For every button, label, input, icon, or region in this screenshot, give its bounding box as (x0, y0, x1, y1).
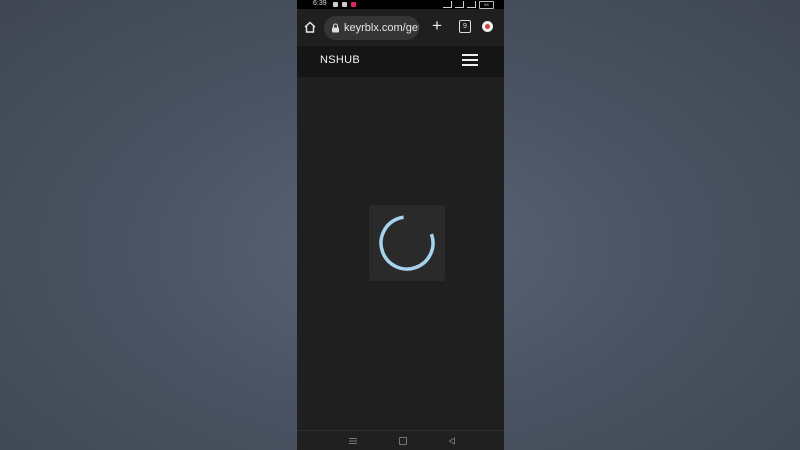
nav-home-icon[interactable] (399, 437, 407, 445)
status-bar: 6:39 69 (297, 0, 504, 9)
wifi-icon (443, 1, 452, 8)
address-bar[interactable]: keyrblx.com/getk (324, 16, 419, 40)
new-tab-icon[interactable]: + (430, 17, 444, 34)
signal-icon-2 (467, 1, 476, 8)
loading-overlay (369, 205, 445, 281)
recents-icon[interactable] (349, 437, 357, 445)
status-notification-icons (333, 0, 356, 9)
browser-toolbar: keyrblx.com/getk + 9 (297, 9, 504, 46)
page-content (297, 77, 504, 430)
url-text: keyrblx.com/getk (344, 22, 419, 34)
settings-icon (342, 2, 347, 7)
battery-icon: 69 (479, 1, 494, 9)
back-icon[interactable] (448, 437, 456, 445)
phone-screen: 6:39 69 keyrblx.com/getk + 9 NSHUB (297, 0, 504, 450)
lock-icon (332, 23, 339, 33)
notification-icon (333, 2, 338, 7)
menu-badge (485, 24, 490, 29)
app-notification-icon (351, 2, 356, 7)
site-header: NSHUB (297, 46, 504, 77)
status-signal-icons (443, 1, 476, 8)
android-nav-bar (297, 430, 504, 450)
browser-menu-icon[interactable] (482, 21, 493, 32)
tab-count-button[interactable]: 9 (459, 20, 471, 33)
site-title[interactable]: NSHUB (320, 46, 360, 75)
home-icon[interactable] (303, 20, 317, 34)
signal-icon (455, 1, 464, 8)
status-time: 6:39 (313, 0, 327, 7)
hamburger-menu-icon[interactable] (462, 54, 478, 67)
loading-spinner-icon (379, 215, 435, 271)
